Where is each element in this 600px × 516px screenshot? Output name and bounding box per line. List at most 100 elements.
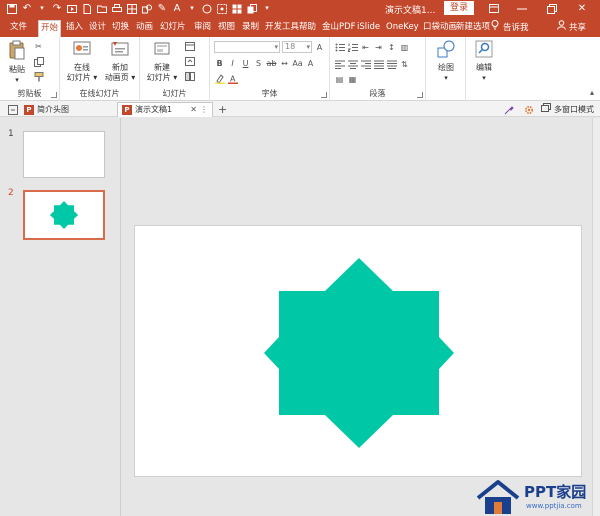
dropdown-icon[interactable]: ▾ <box>186 3 198 15</box>
font-color-icon[interactable]: A <box>171 3 183 15</box>
distributed-icon[interactable] <box>386 59 397 70</box>
tab-slideshow[interactable]: 幻灯片 <box>158 20 188 37</box>
online-slides-button[interactable]: 在线 幻灯片 ▾ <box>64 40 100 83</box>
font-name-dropdown-icon: ▾ <box>274 43 278 51</box>
tab-islide[interactable]: iSlide <box>355 20 382 37</box>
open-icon[interactable] <box>96 3 108 15</box>
tab-kingsoft-pdf[interactable]: 金山PDF <box>320 20 358 37</box>
clipboard-launcher-icon[interactable] <box>51 92 57 98</box>
smartart-icon[interactable]: ▦ <box>347 74 358 85</box>
add-animation-page-button[interactable]: 新加 动画页 ▾ <box>102 40 138 83</box>
more-icon[interactable]: ▾ <box>261 3 273 15</box>
font-color-icon[interactable]: A <box>227 73 238 84</box>
bullets-icon[interactable] <box>334 42 345 53</box>
paste-icon <box>6 40 28 63</box>
slide-thumbnail-1[interactable] <box>23 131 105 178</box>
login-button[interactable]: 登录 <box>444 1 474 15</box>
collapse-ribbon-icon[interactable]: ▴ <box>590 88 594 97</box>
slide-thumbnail-2[interactable] <box>23 190 105 240</box>
paste-button[interactable]: 粘贴 ▾ <box>6 40 28 85</box>
save-icon[interactable] <box>6 3 18 15</box>
redo-icon[interactable]: ▾ <box>36 3 48 15</box>
italic-icon[interactable]: I <box>227 58 238 69</box>
paragraph-launcher-icon[interactable] <box>417 92 423 98</box>
reset-icon[interactable] <box>184 56 195 67</box>
tab-insert[interactable]: 插入 <box>64 20 85 37</box>
highlight-icon[interactable] <box>214 73 225 84</box>
drawing-button[interactable]: 绘图 ▾ <box>430 40 462 83</box>
print-icon[interactable] <box>111 3 123 15</box>
doc-tab-menu-icon[interactable]: ⋮ <box>200 103 208 117</box>
shadow-icon[interactable]: S <box>253 58 264 69</box>
doc-tab-close-icon[interactable]: ✕ <box>190 103 197 117</box>
settings-gear-icon[interactable] <box>520 102 538 117</box>
clear-format-icon[interactable]: A <box>305 58 316 69</box>
circle-icon[interactable] <box>201 3 213 15</box>
screenshot-icon[interactable] <box>216 3 228 15</box>
new-slide-button[interactable]: 新建 幻灯片 ▾ <box>144 40 180 83</box>
tab-record[interactable]: 录制 <box>240 20 261 37</box>
font-launcher-icon[interactable] <box>321 92 327 98</box>
columns-icon[interactable]: ▥ <box>399 42 410 53</box>
tab-developer[interactable]: 开发工具 <box>263 20 301 37</box>
slide-canvas[interactable] <box>134 225 582 477</box>
cut-icon[interactable]: ✂ <box>33 41 44 52</box>
tab-tools-icon[interactable] <box>500 102 518 117</box>
start-from-beginning-icon[interactable] <box>66 3 78 15</box>
new-file-icon[interactable] <box>81 3 93 15</box>
multi-window-mode-button[interactable]: 多窗口模式 <box>537 102 598 117</box>
pen-icon[interactable]: ✎ <box>156 3 168 15</box>
tab-help[interactable]: 帮助 <box>297 20 318 37</box>
tab-transitions[interactable]: 切换 <box>110 20 131 37</box>
section-icon[interactable] <box>184 71 195 82</box>
tab-file[interactable]: 文件 <box>8 20 29 37</box>
line-spacing-icon[interactable]: ↕ <box>386 42 397 53</box>
underline-icon[interactable]: U <box>240 58 251 69</box>
restore-icon[interactable] <box>540 0 564 17</box>
text-direction-icon[interactable]: ⇅ <box>399 59 410 70</box>
tab-review[interactable]: 审阅 <box>192 20 213 37</box>
strikethrough-icon[interactable]: ab <box>266 58 277 69</box>
font-name-combo[interactable]: ▾ <box>214 41 280 53</box>
vertical-scrollbar[interactable] <box>592 118 600 516</box>
table-icon[interactable] <box>126 3 138 15</box>
ribbon-display-icon[interactable] <box>482 0 506 17</box>
align-text-icon[interactable]: ▤ <box>334 74 345 85</box>
layout-icon[interactable] <box>184 41 195 52</box>
tab-view[interactable]: 视图 <box>216 20 237 37</box>
repeat-icon[interactable]: ↷ <box>51 3 63 15</box>
eight-point-star-shape[interactable] <box>135 226 583 478</box>
tab-animations[interactable]: 动画 <box>134 20 155 37</box>
numbering-icon[interactable] <box>347 42 358 53</box>
undo-icon[interactable]: ↶ <box>21 3 33 15</box>
doc-tab-intro[interactable]: P 简介头图 <box>20 102 73 117</box>
tab-design[interactable]: 设计 <box>87 20 108 37</box>
close-icon[interactable]: ✕ <box>570 0 594 17</box>
format-painter-icon[interactable] <box>33 71 44 82</box>
font-size-combo[interactable]: 18 ▾ <box>282 41 312 53</box>
tab-home[interactable]: 开始 <box>38 20 62 37</box>
share-button[interactable]: 共享 <box>557 20 586 36</box>
shapes-icon[interactable] <box>141 3 153 15</box>
new-doc-tab-button[interactable]: + <box>214 102 231 117</box>
grow-font-icon[interactable]: A <box>314 42 325 53</box>
tell-me-search[interactable]: 告诉我 <box>491 20 529 36</box>
align-right-icon[interactable] <box>360 59 371 70</box>
doc-tab-presentation1[interactable]: P 演示文稿1 ✕ ⋮ <box>117 102 213 117</box>
grid-icon[interactable] <box>231 3 243 15</box>
justify-icon[interactable] <box>373 59 384 70</box>
change-case-icon[interactable]: Aa <box>292 58 303 69</box>
minimize-icon[interactable] <box>510 0 534 17</box>
increase-indent-icon[interactable]: ⇥ <box>373 42 384 53</box>
house-logo <box>476 480 520 514</box>
align-center-icon[interactable] <box>347 59 358 70</box>
copy-icon[interactable] <box>33 56 44 67</box>
decrease-indent-icon[interactable]: ⇤ <box>360 42 371 53</box>
tab-new-options[interactable]: 新建选项 <box>454 20 492 37</box>
editing-button[interactable]: 编辑 ▾ <box>468 40 500 83</box>
copy-icon[interactable] <box>246 3 258 15</box>
bold-icon[interactable]: B <box>214 58 225 69</box>
align-left-icon[interactable] <box>334 59 345 70</box>
tab-onekey[interactable]: OneKey <box>384 20 421 37</box>
character-spacing-icon[interactable]: ↔ <box>279 58 290 69</box>
